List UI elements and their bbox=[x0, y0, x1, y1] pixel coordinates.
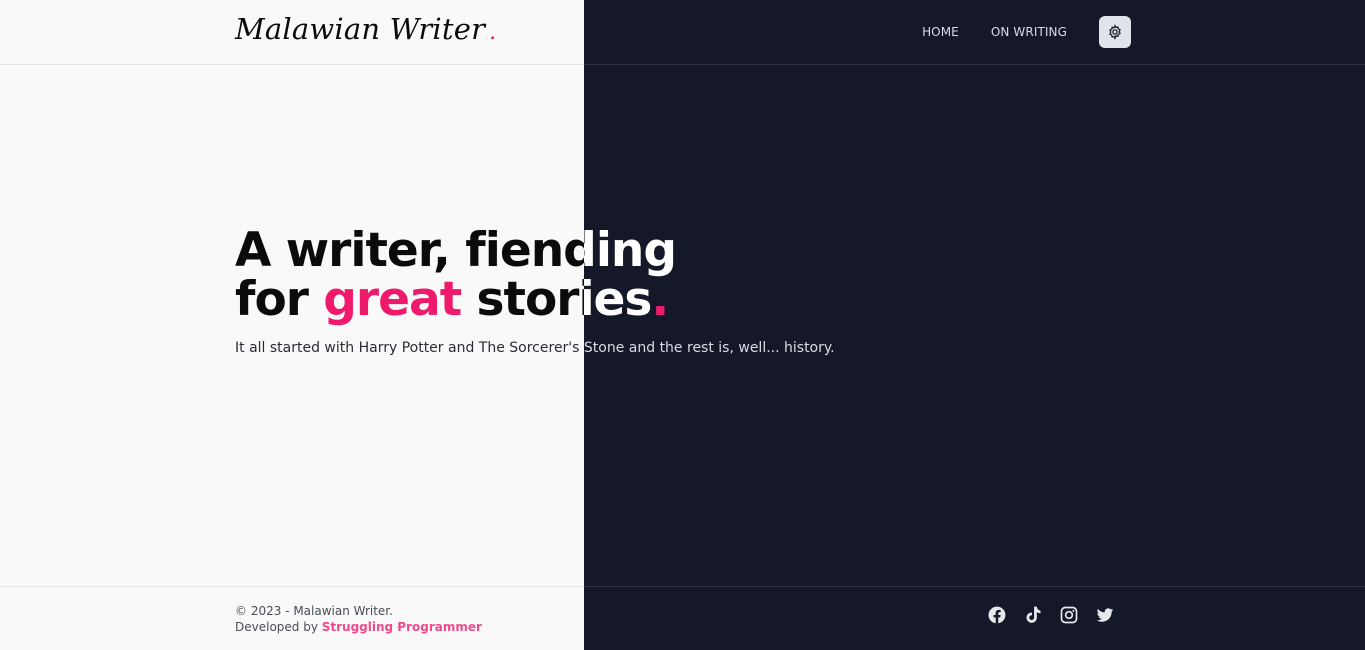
twitter-icon[interactable] bbox=[1095, 605, 1115, 625]
facebook-icon[interactable] bbox=[987, 605, 1007, 625]
main-nav: HOME ON WRITING bbox=[922, 16, 1131, 48]
social-links bbox=[987, 605, 1115, 625]
theme-toggle-button[interactable] bbox=[1099, 16, 1131, 48]
footer-copyright: © 2023 - Malawian Writer. Developed by S… bbox=[235, 603, 482, 635]
instagram-icon[interactable] bbox=[1059, 605, 1079, 625]
nav-on-writing[interactable]: ON WRITING bbox=[991, 25, 1067, 39]
site-logo[interactable]: Malawian Writer. bbox=[235, 12, 496, 46]
gear-icon bbox=[1107, 24, 1123, 40]
developed-by-label: Developed by bbox=[235, 620, 322, 634]
nav-home[interactable]: HOME bbox=[922, 25, 959, 39]
copyright-text: © 2023 - Malawian Writer. bbox=[235, 604, 393, 618]
tiktok-icon[interactable] bbox=[1023, 605, 1043, 625]
developer-link[interactable]: Struggling Programmer bbox=[322, 620, 482, 634]
